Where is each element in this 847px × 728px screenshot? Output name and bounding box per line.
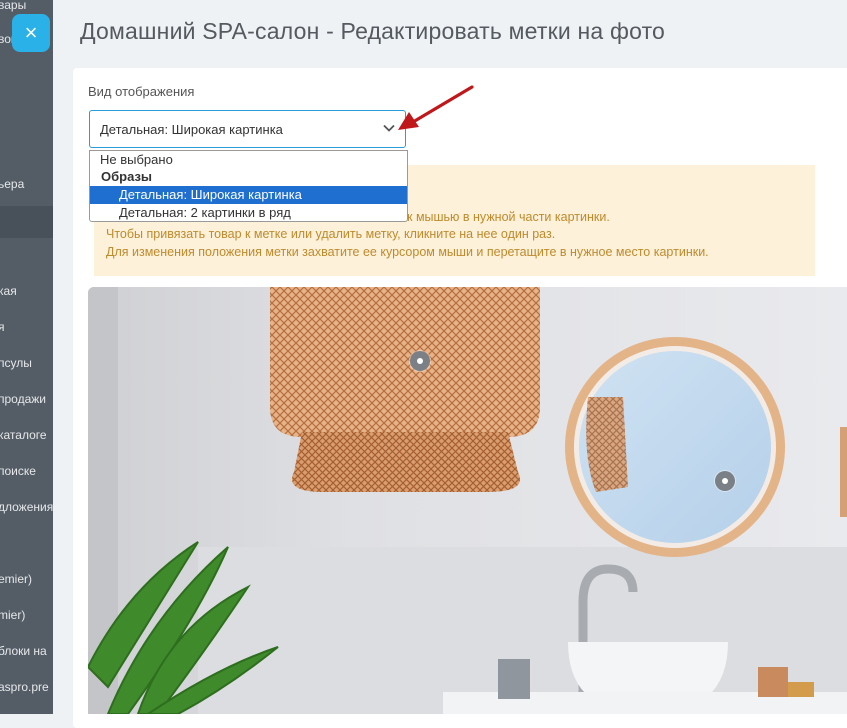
display-mode-dropdown: Не выбрано Образы Детальная: Широкая кар… <box>89 150 408 222</box>
close-button[interactable]: × <box>12 14 50 52</box>
sidebar-item[interactable]: дложения <box>0 500 53 514</box>
photo-tag-marker[interactable] <box>410 351 430 371</box>
sidebar-item[interactable]: каталоге <box>0 428 47 442</box>
notice-line: к мышью в нужной части картинки. <box>407 210 610 224</box>
dropdown-option[interactable]: Детальная: 2 картинки в ряд <box>90 204 407 221</box>
sidebar-item[interactable]: блоки на <box>0 644 47 658</box>
annotation-arrow-icon <box>398 85 474 130</box>
sidebar-item[interactable]: псулы <box>0 356 32 370</box>
chevron-down-icon <box>383 124 395 132</box>
sidebar-item[interactable]: продажи <box>0 392 46 406</box>
sidebar-item[interactable]: я <box>0 320 5 334</box>
sidebar: вары вов ьера кая я псулы продажи катало… <box>0 0 53 714</box>
notice-line: Для изменения положения метки захватите … <box>106 245 709 259</box>
photo-tag-marker[interactable] <box>715 471 735 491</box>
display-mode-label: Вид отображения <box>88 84 195 99</box>
display-mode-select[interactable]: Детальная: Широкая картинка <box>89 110 406 148</box>
sidebar-item[interactable]: поиске <box>0 464 36 478</box>
product-photo[interactable] <box>88 287 847 714</box>
select-value: Детальная: Широкая картинка <box>100 122 283 137</box>
sidebar-item[interactable]: вары <box>0 0 26 12</box>
photo-scene <box>88 287 847 714</box>
sidebar-item[interactable]: aspro.pre <box>0 680 49 694</box>
close-icon: × <box>24 20 38 45</box>
dropdown-group-label: Образы <box>101 169 153 184</box>
sidebar-item[interactable]: emier) <box>0 572 32 586</box>
page-title: Домашний SPA-салон - Редактировать метки… <box>80 18 666 44</box>
sidebar-item[interactable]: ьера <box>0 177 24 191</box>
notice-line: Чтобы привязать товар к метке или удалит… <box>106 227 556 241</box>
dropdown-option[interactable]: Не выбрано <box>90 151 407 169</box>
sidebar-active-item[interactable] <box>0 206 53 238</box>
sidebar-item[interactable]: mier) <box>0 608 25 622</box>
sidebar-item[interactable]: кая <box>0 284 17 298</box>
dropdown-option-selected[interactable]: Детальная: Широкая картинка <box>90 186 407 204</box>
